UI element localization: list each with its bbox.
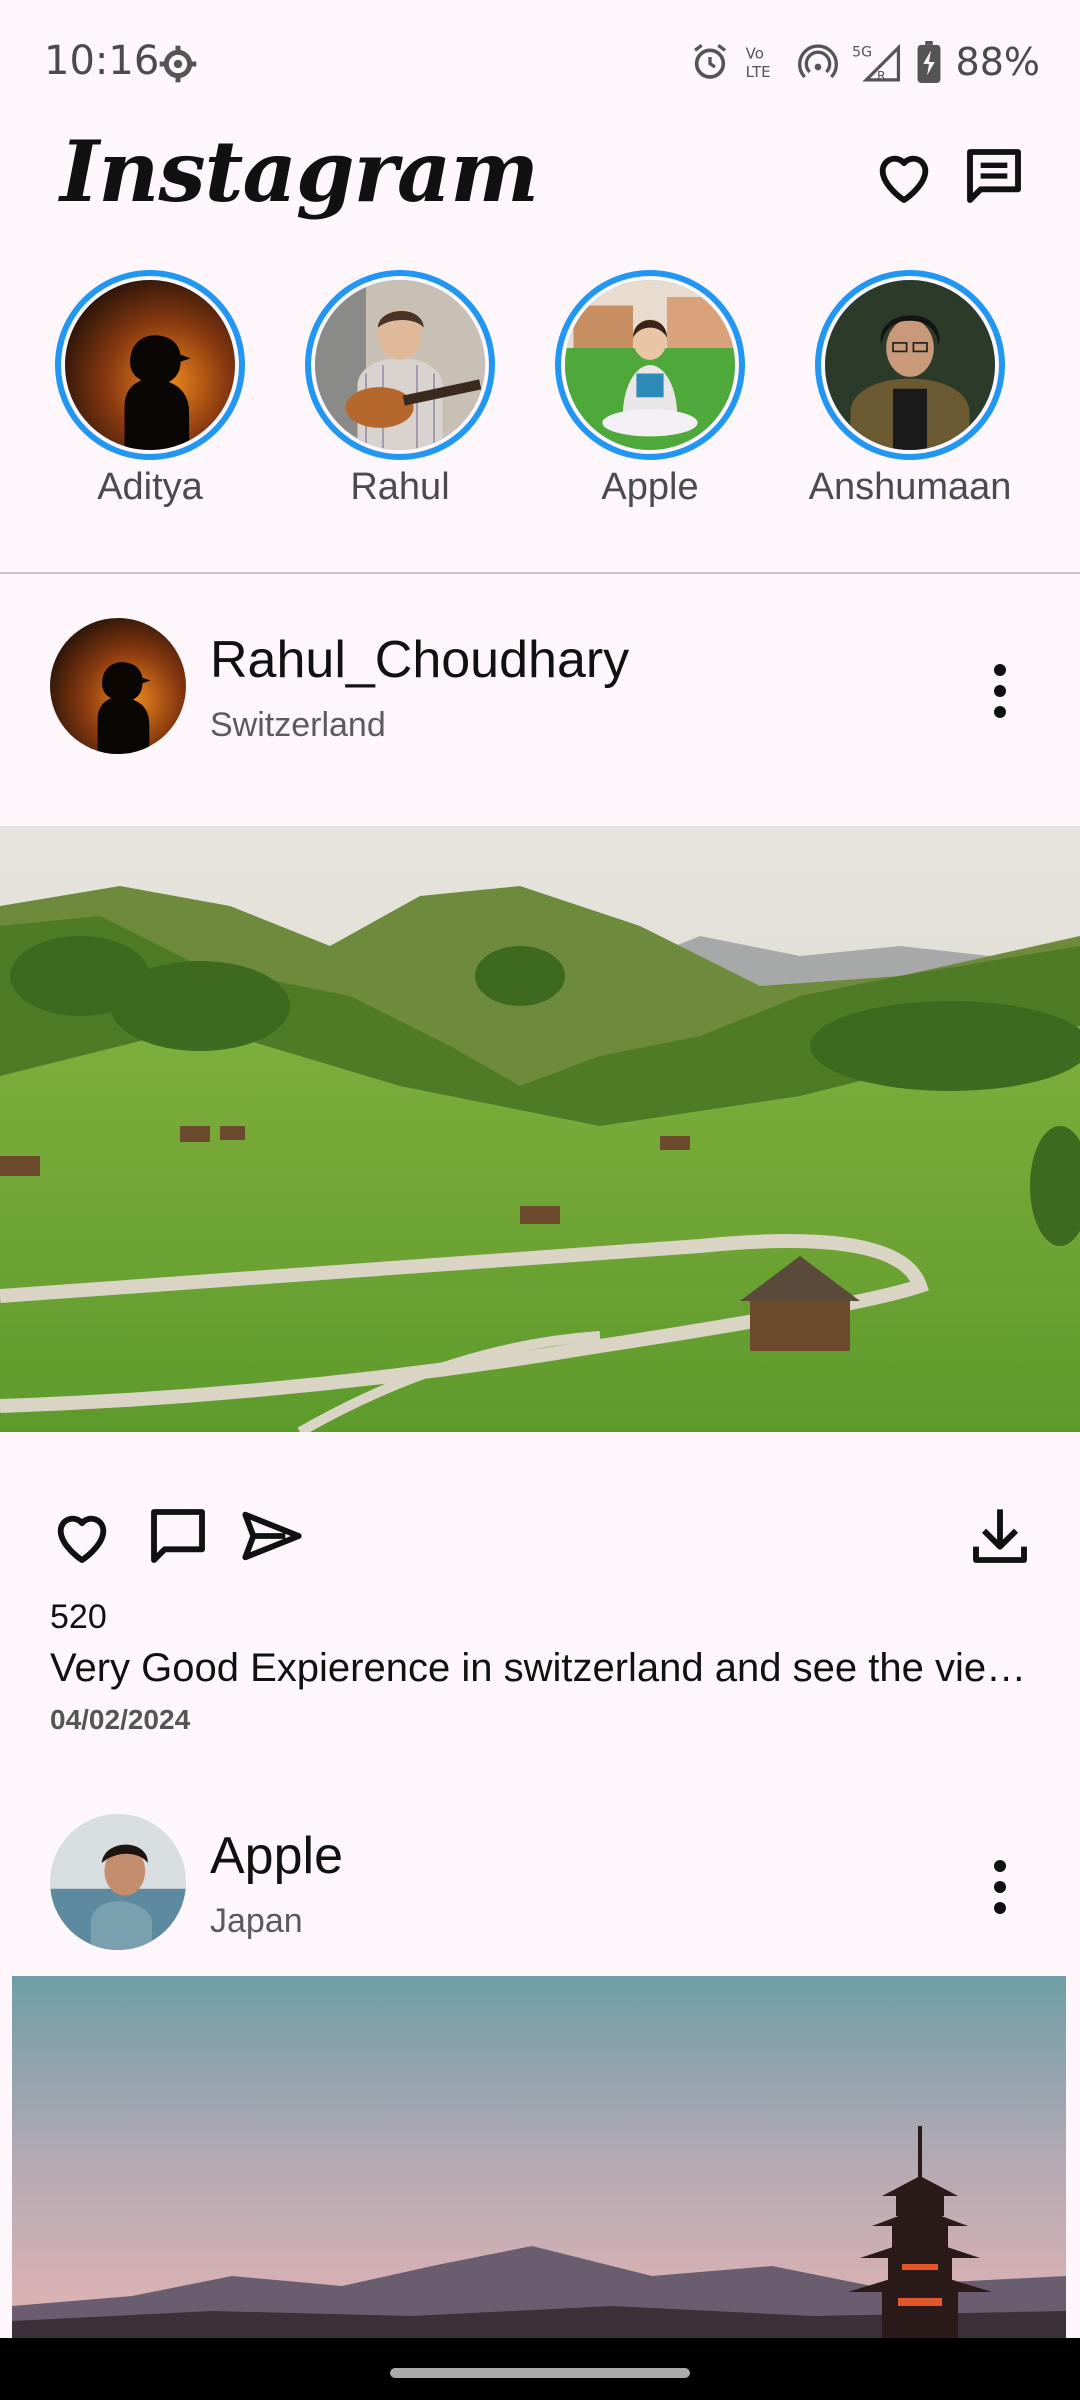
5g-signal-icon: 5G R: [852, 43, 900, 83]
like-count: 520: [50, 1598, 107, 1636]
post-username[interactable]: Apple: [210, 1826, 343, 1886]
story-avatar: [61, 276, 239, 454]
post-date: 04/02/2024: [50, 1704, 191, 1735]
story-ring: [815, 270, 1005, 460]
post-username[interactable]: Rahul_Choudhary: [210, 630, 629, 690]
story-ring: [305, 270, 495, 460]
volte-icon: Vo LTE: [745, 45, 770, 81]
story-label: Aditya: [97, 466, 203, 508]
story-avatar: [821, 276, 999, 454]
battery-percent: 88%: [955, 40, 1040, 84]
more-options-icon[interactable]: [994, 1860, 1006, 1923]
settings-icon: [159, 45, 197, 83]
divider: [0, 572, 1080, 574]
svg-text:LTE: LTE: [745, 63, 770, 81]
heart-icon[interactable]: [872, 144, 936, 208]
story-aditya[interactable]: Aditya: [40, 270, 260, 509]
more-options-icon[interactable]: [994, 664, 1006, 727]
alarm-icon: [693, 44, 726, 79]
like-icon[interactable]: [50, 1504, 114, 1568]
svg-text:5G: 5G: [852, 45, 872, 61]
messages-icon[interactable]: [962, 144, 1026, 208]
story-avatar: [311, 276, 489, 454]
story-label: Apple: [601, 466, 699, 508]
post-location: Switzerland: [210, 706, 386, 744]
hotspot-icon: [797, 44, 838, 79]
post-image[interactable]: [0, 826, 1080, 1432]
comment-icon[interactable]: [146, 1504, 210, 1568]
story-avatar: [561, 276, 739, 454]
status-bar: 10:16 Vo LTE 5G R 88%: [0, 0, 1080, 120]
story-anshumaan[interactable]: Anshumaan: [800, 270, 1020, 509]
post-image[interactable]: [12, 1976, 1066, 2338]
post-caption: Very Good Expierence in switzerland and …: [50, 1646, 1030, 1690]
battery-icon: [917, 41, 940, 83]
story-ring: [555, 270, 745, 460]
status-time: 10:16: [44, 38, 160, 84]
story-label: Rahul: [350, 466, 450, 508]
story-ring: [55, 270, 245, 460]
story-rahul[interactable]: Rahul: [290, 270, 510, 509]
avatar[interactable]: [50, 1814, 186, 1950]
download-icon[interactable]: [968, 1504, 1032, 1568]
svg-text:Vo: Vo: [745, 45, 763, 63]
story-label: Anshumaan: [808, 466, 1012, 508]
post-location: Japan: [210, 1902, 303, 1940]
avatar[interactable]: [50, 618, 186, 754]
status-icons: Vo LTE 5G R 88%: [690, 38, 1040, 86]
story-apple[interactable]: Apple: [540, 270, 760, 509]
share-icon[interactable]: [240, 1504, 304, 1568]
home-gesture-handle[interactable]: [390, 2368, 690, 2378]
instagram-logo: Instagram: [60, 122, 539, 221]
svg-text:R: R: [877, 68, 886, 83]
